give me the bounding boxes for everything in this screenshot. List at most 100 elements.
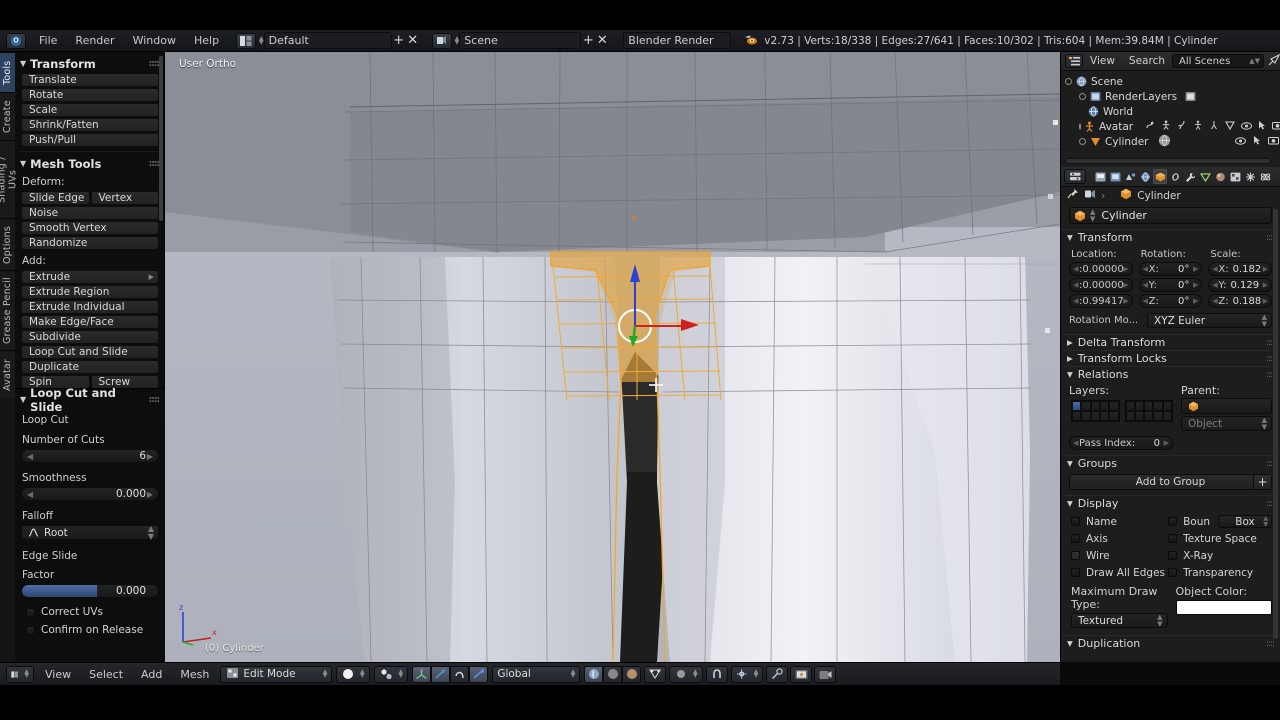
correct-uvs-checkbox[interactable] <box>26 607 35 617</box>
pivot-point-stepper[interactable]: ▲ ▼ <box>693 669 698 679</box>
draw-type-rendered-icon[interactable] <box>584 665 604 683</box>
menu-window[interactable]: Window <box>124 30 185 52</box>
increment-arrow-icon[interactable]: ▶ <box>1263 265 1268 273</box>
props-panel-transform-locks-header[interactable]: ▶ Transform Locks :::: <box>1061 350 1280 366</box>
increment-arrow-icon[interactable]: ▶ <box>1193 265 1198 273</box>
scale-x-field[interactable]: ◀ X: 0.182 ▶ <box>1208 262 1273 276</box>
decrement-arrow-icon[interactable]: ◀ <box>1143 297 1148 305</box>
display-name-checkbox[interactable] <box>1071 517 1080 526</box>
tab-shading-uvs[interactable]: Shading / UVs <box>0 140 19 218</box>
tool-subdivide[interactable]: Subdivide <box>21 330 159 344</box>
expander-icon[interactable] <box>1079 138 1086 145</box>
bounds-type-select[interactable]: Box ▲ ▼ <box>1218 515 1272 528</box>
snap-target-select[interactable]: ▲ ▼ <box>731 665 764 683</box>
viewport-shading-stepper[interactable]: ▲ ▼ <box>360 669 365 679</box>
translate-manipulator-icon[interactable] <box>431 665 451 683</box>
mesh-data-icon[interactable] <box>1225 120 1236 133</box>
rotation-z-field[interactable]: ◀ Z: 0° ▶ <box>1138 294 1203 308</box>
parent-object-field[interactable] <box>1181 398 1272 414</box>
tool-shrink-fatten[interactable]: Shrink/Fatten <box>21 118 159 132</box>
factor-slider[interactable]: 0.000 <box>21 584 159 598</box>
outliner-scrollbar[interactable] <box>1065 158 1271 164</box>
increment-arrow-icon[interactable]: ▶ <box>147 452 153 461</box>
blender-logo-icon[interactable] <box>6 32 26 49</box>
tool-duplicate[interactable]: Duplicate <box>21 360 159 374</box>
expander-icon[interactable] <box>1079 93 1086 100</box>
decrement-arrow-icon[interactable]: ◀ <box>27 452 33 461</box>
properties-tab-texture[interactable] <box>1228 169 1242 184</box>
increment-arrow-icon[interactable]: ▶ <box>1263 281 1268 289</box>
delete-scene-button[interactable]: ✕ <box>595 32 609 49</box>
outliner-menu-search[interactable]: Search <box>1122 55 1172 67</box>
pass-index-field[interactable]: ◀ Pass Index: 0 ▶ <box>1069 436 1173 450</box>
decrement-arrow-icon[interactable]: ◀ <box>1212 297 1217 305</box>
decrement-arrow-icon[interactable]: ◀ <box>1073 281 1078 289</box>
modifier-icon[interactable] <box>1145 120 1155 133</box>
delete-screen-layout-button[interactable]: ✕ <box>406 32 420 49</box>
render-engine-select[interactable]: Blender Render <box>623 32 732 49</box>
decrement-arrow-icon[interactable]: ◀ <box>1073 297 1078 305</box>
display-texture-space-row[interactable]: Texture Space <box>1168 530 1272 547</box>
select-menu[interactable]: Select <box>80 668 132 681</box>
outliner-row-world[interactable]: World <box>1065 104 1280 119</box>
display-axis-row[interactable]: Axis <box>1071 530 1168 547</box>
scale-y-field[interactable]: ◀ Y: 0.129 ▶ <box>1208 278 1273 292</box>
increment-arrow-icon[interactable]: ▶ <box>147 490 153 499</box>
location-z-field[interactable]: ◀ :0.99417 ▶ <box>1069 294 1133 308</box>
armature-pose-icon[interactable] <box>1193 120 1203 133</box>
properties-tab-material[interactable] <box>1213 169 1227 184</box>
increment-arrow-icon[interactable]: ▶ <box>1193 281 1198 289</box>
location-y-field[interactable]: ◀ :0.00000 ▶ <box>1069 278 1133 292</box>
scene-field[interactable]: Scene <box>459 32 582 49</box>
tool-scale[interactable]: Scale <box>21 103 159 117</box>
viewport-shading-select[interactable]: ▲ ▼ <box>336 665 371 683</box>
tool-push-pull[interactable]: Push/Pull <box>21 133 159 147</box>
decrement-arrow-icon[interactable]: ◀ <box>1143 281 1148 289</box>
view-menu[interactable]: View <box>36 668 80 681</box>
props-panel-delta-transform-header[interactable]: ▶ Delta Transform :::: <box>1061 334 1280 350</box>
tool-noise[interactable]: Noise <box>21 206 159 220</box>
armature-data-icon[interactable] <box>1161 120 1171 133</box>
smoothness-field[interactable]: ◀ 0.000 ▶ <box>21 487 159 501</box>
screen-layout-field[interactable]: Default <box>263 32 392 49</box>
select-mode-select[interactable]: ▲ ▼ <box>374 665 409 683</box>
tab-tools[interactable]: Tools <box>0 52 15 92</box>
props-panel-groups-header[interactable]: ▼ Groups :::: <box>1061 455 1280 471</box>
props-panel-duplication-header[interactable]: ▼ Duplication :::: <box>1061 635 1280 651</box>
proportional-edit-icon[interactable] <box>766 665 789 683</box>
display-axis-checkbox[interactable] <box>1071 534 1080 543</box>
decrement-arrow-icon[interactable]: ◀ <box>1212 265 1217 273</box>
properties-tab-world[interactable] <box>1138 169 1152 184</box>
add-menu[interactable]: Add <box>132 668 171 681</box>
rotation-y-field[interactable]: ◀ Y: 0° ▶ <box>1138 278 1203 292</box>
tool-slide-edge[interactable]: Slide Edge <box>21 191 90 205</box>
tool-slide-vertex[interactable]: Vertex <box>90 191 159 205</box>
pin-icon[interactable] <box>1067 188 1079 203</box>
increment-arrow-icon[interactable]: ▶ <box>1193 297 1198 305</box>
props-panel-display-header[interactable]: ▼ Display :::: <box>1061 495 1280 511</box>
max-draw-type-select[interactable]: Textured ▲ ▼ <box>1071 613 1168 628</box>
props-panel-transform-header[interactable]: ▼ Transform :::: <box>1061 229 1280 245</box>
tool-extrude-individual[interactable]: Extrude Individual <box>21 300 159 314</box>
render-icon[interactable] <box>790 665 813 683</box>
panel-transform-header[interactable]: ▼ Transform :::: <box>15 55 165 72</box>
mesh-menu[interactable]: Mesh <box>171 668 218 681</box>
confirm-on-release-checkbox[interactable] <box>26 625 35 635</box>
increment-arrow-icon[interactable]: ▶ <box>1123 281 1128 289</box>
object-name-field[interactable]: ▲ ▼ Cylinder <box>1069 207 1272 224</box>
correct-uvs-row[interactable]: Correct UVs <box>15 603 165 621</box>
pivot-point-select[interactable]: ▲ ▼ <box>669 665 704 683</box>
properties-tab-modifiers[interactable] <box>1183 169 1197 184</box>
filter-icon[interactable] <box>1268 53 1280 69</box>
outliner-row-cylinder[interactable]: Cylinder <box>1065 134 1280 149</box>
panel-operator-header[interactable]: ▼ Loop Cut and Slide :::: <box>15 386 165 414</box>
add-to-group-button[interactable]: Add to Group + <box>1069 474 1272 490</box>
display-bounds-row[interactable]: Boun Box ▲ ▼ <box>1168 513 1272 530</box>
cursor-select-icon[interactable] <box>1253 135 1261 148</box>
add-group-plus-icon[interactable]: + <box>1253 475 1271 489</box>
scale-z-field[interactable]: ◀ Z: 0.188 ▶ <box>1208 294 1273 308</box>
add-scene-button[interactable]: + <box>581 32 595 49</box>
props-panel-relations-header[interactable]: ▼ Relations :::: <box>1061 366 1280 382</box>
properties-tab-render[interactable] <box>1093 169 1107 184</box>
expander-icon[interactable] <box>1079 123 1081 130</box>
